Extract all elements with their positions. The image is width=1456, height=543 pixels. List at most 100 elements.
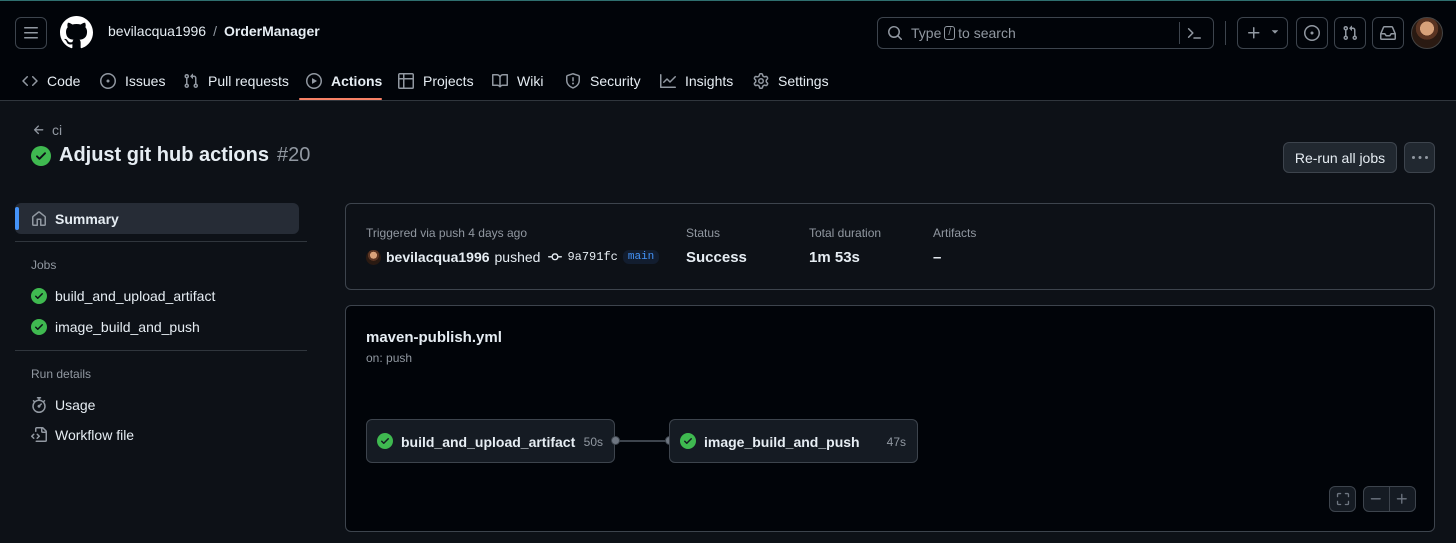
global-header: bevilacqua1996 / OrderManager Type / to … bbox=[0, 1, 1456, 101]
zoom-in-button[interactable] bbox=[1390, 487, 1415, 511]
trigger-details: bevilacqua1996 pushed 9a791fc main bbox=[366, 249, 660, 265]
user-avatar[interactable] bbox=[1411, 17, 1443, 49]
check-circle-fill-icon bbox=[31, 288, 47, 304]
dash-icon bbox=[1371, 498, 1382, 500]
pull-requests-button[interactable] bbox=[1334, 17, 1366, 49]
breadcrumb-owner[interactable]: bevilacqua1996 bbox=[108, 23, 206, 39]
commit-sha-link[interactable]: 9a791fc bbox=[567, 250, 617, 264]
run-title: Adjust git hub actions bbox=[59, 144, 269, 166]
sidebar-item-usage[interactable]: Usage bbox=[31, 393, 95, 417]
artifacts-label: Artifacts bbox=[933, 226, 977, 240]
fullscreen-button[interactable] bbox=[1329, 486, 1356, 512]
back-to-workflow-link[interactable]: ci bbox=[32, 122, 62, 138]
issues-button[interactable] bbox=[1296, 17, 1328, 49]
check-circle-fill-icon bbox=[31, 145, 51, 166]
tab-actions-label: Actions bbox=[331, 73, 383, 89]
inbox-button[interactable] bbox=[1372, 17, 1404, 49]
artifacts-value: – bbox=[933, 249, 942, 266]
search-icon bbox=[888, 26, 903, 41]
user-avatar[interactable] bbox=[366, 249, 381, 265]
tab-wiki-label: Wiki bbox=[517, 73, 544, 89]
sidebar-item-workflow-file[interactable]: Workflow file bbox=[31, 423, 134, 447]
tab-code[interactable]: Code bbox=[22, 61, 80, 101]
workflow-trigger: on: push bbox=[366, 351, 413, 365]
trigger-user-link[interactable]: bevilacqua1996 bbox=[386, 249, 490, 265]
active-tab-underline bbox=[299, 98, 382, 100]
search-placeholder: Type / to search bbox=[911, 25, 1016, 41]
search-placeholder-suffix: to search bbox=[958, 25, 1016, 41]
tab-pull-requests-label: Pull requests bbox=[208, 73, 289, 89]
sidebar-jobs-heading: Jobs bbox=[31, 258, 57, 272]
sidebar-divider bbox=[15, 350, 307, 351]
issue-opened-icon bbox=[1304, 25, 1320, 41]
job-node-duration: 47s bbox=[886, 435, 906, 449]
tab-insights[interactable]: Insights bbox=[660, 61, 733, 101]
tab-insights-label: Insights bbox=[685, 73, 734, 89]
job-node-image-build-and-push[interactable]: image_build_and_push 47s bbox=[669, 419, 918, 463]
zoom-controls bbox=[1363, 486, 1416, 512]
search-shortcut-key: / bbox=[944, 26, 956, 40]
tab-security-label: Security bbox=[590, 73, 641, 89]
github-logo-icon[interactable] bbox=[60, 16, 93, 49]
zoom-out-button[interactable] bbox=[1364, 487, 1390, 511]
command-palette-icon[interactable] bbox=[1186, 25, 1202, 41]
repo-nav-tabs: Code Issues Pull requests Actions Projec… bbox=[0, 61, 900, 101]
tab-settings-label: Settings bbox=[778, 73, 829, 89]
plus-icon bbox=[1397, 493, 1408, 504]
tab-actions[interactable]: Actions bbox=[306, 61, 382, 101]
tab-settings[interactable]: Settings bbox=[753, 61, 829, 101]
arrow-left-icon bbox=[33, 125, 44, 135]
job-node-duration: 50s bbox=[583, 435, 603, 449]
create-new-button[interactable] bbox=[1237, 17, 1288, 49]
sidebar-item-summary[interactable]: Summary bbox=[31, 207, 119, 231]
workflow-graph-panel: maven-publish.yml on: push build_and_upl… bbox=[345, 305, 1435, 532]
issue-opened-icon bbox=[100, 73, 116, 89]
page-title: Adjust git hub actions #20 bbox=[31, 144, 310, 167]
breadcrumb-repo[interactable]: OrderManager bbox=[224, 23, 320, 39]
hamburger-menu-button[interactable] bbox=[15, 17, 47, 49]
sidebar-item-summary-label: Summary bbox=[55, 211, 119, 227]
kebab-horizontal-icon bbox=[1411, 155, 1428, 159]
trigger-action: pushed bbox=[494, 249, 541, 265]
breadcrumb: bevilacqua1996 / OrderManager bbox=[108, 23, 320, 39]
tab-projects[interactable]: Projects bbox=[398, 61, 474, 101]
git-commit-icon bbox=[548, 253, 563, 261]
file-code-icon bbox=[31, 427, 47, 442]
check-circle-fill-icon bbox=[680, 433, 696, 449]
run-number: #20 bbox=[277, 144, 311, 166]
tab-pull-requests[interactable]: Pull requests bbox=[183, 61, 289, 101]
check-circle-fill-icon bbox=[31, 319, 47, 335]
sidebar-job-item[interactable]: build_and_upload_artifact bbox=[31, 284, 215, 308]
search-placeholder-prefix: Type bbox=[911, 25, 942, 41]
header-divider bbox=[1225, 21, 1226, 45]
tab-issues[interactable]: Issues bbox=[100, 61, 165, 101]
back-link-label: ci bbox=[52, 122, 63, 138]
git-pull-request-icon bbox=[1343, 25, 1358, 41]
sidebar-job-label: build_and_upload_artifact bbox=[55, 288, 216, 304]
screen-full-icon bbox=[1336, 492, 1349, 506]
duration-label: Total duration bbox=[809, 226, 882, 240]
tab-projects-label: Projects bbox=[423, 73, 474, 89]
search-input[interactable]: Type / to search bbox=[877, 17, 1214, 49]
job-node-build-and-upload-artifact[interactable]: build_and_upload_artifact 50s bbox=[366, 419, 615, 463]
branch-badge[interactable]: main bbox=[622, 250, 660, 264]
tab-wiki[interactable]: Wiki bbox=[492, 61, 543, 101]
check-circle-fill-icon bbox=[377, 433, 393, 449]
more-options-button[interactable] bbox=[1404, 142, 1435, 173]
duration-value: 1m 53s bbox=[809, 249, 860, 266]
shield-icon bbox=[566, 73, 580, 89]
gear-icon bbox=[753, 73, 769, 89]
job-node-name: build_and_upload_artifact bbox=[401, 434, 576, 450]
job-node-name: image_build_and_push bbox=[704, 434, 860, 450]
status-value: Success bbox=[686, 249, 747, 266]
triangle-down-icon bbox=[1271, 30, 1278, 34]
tab-code-label: Code bbox=[47, 73, 81, 89]
tab-issues-label: Issues bbox=[125, 73, 166, 89]
tab-security[interactable]: Security bbox=[565, 61, 641, 101]
sidebar-job-item[interactable]: image_build_and_push bbox=[31, 315, 200, 339]
rerun-all-jobs-button[interactable]: Re-run all jobs bbox=[1283, 142, 1397, 173]
sidebar-item-workflow-file-label: Workflow file bbox=[55, 427, 135, 443]
book-icon bbox=[492, 73, 508, 88]
sidebar-job-label: image_build_and_push bbox=[55, 319, 200, 335]
sidebar-divider bbox=[15, 241, 307, 242]
